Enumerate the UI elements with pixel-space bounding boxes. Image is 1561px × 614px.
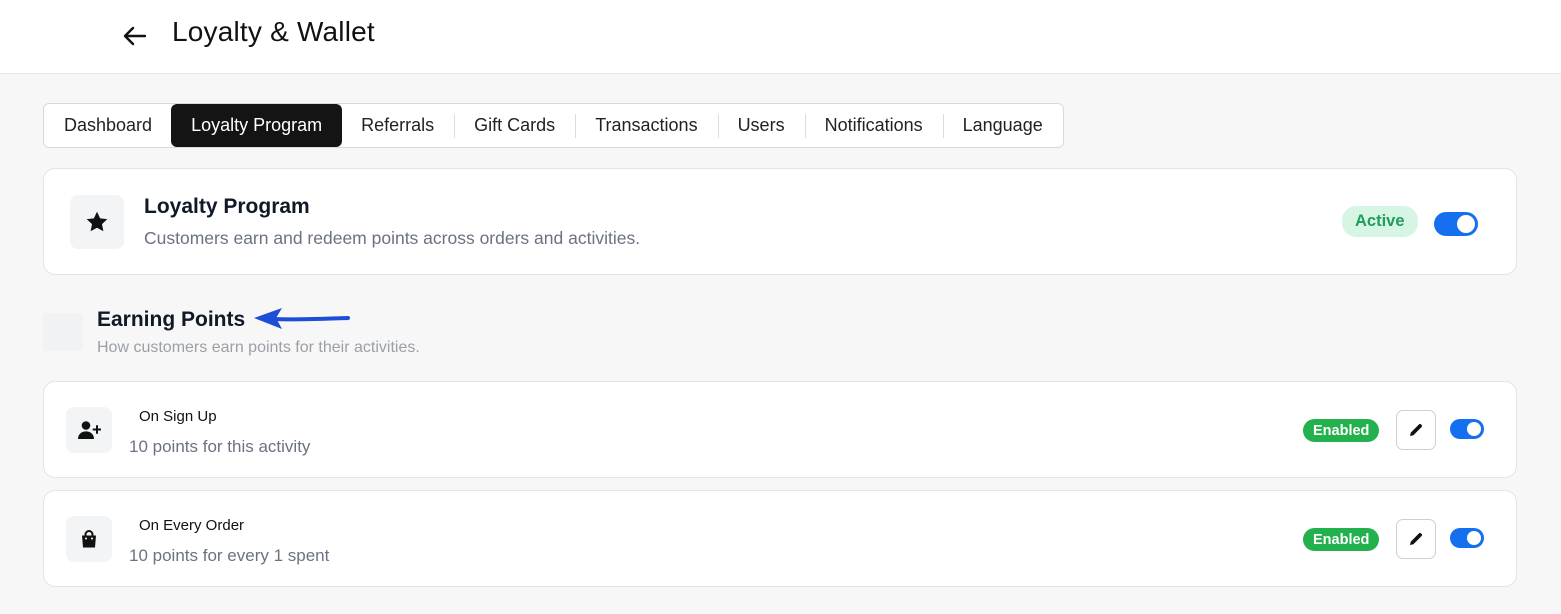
- tab-dashboard[interactable]: Dashboard: [44, 104, 172, 147]
- toggle-knob: [1467, 531, 1481, 545]
- tab-transactions[interactable]: Transactions: [575, 104, 717, 147]
- activity-icon-box: [66, 516, 112, 562]
- enabled-badge: Enabled: [1303, 419, 1380, 442]
- activity-title: On Every Order: [139, 517, 245, 534]
- activity-toggle[interactable]: [1450, 419, 1484, 439]
- section-description: How customers earn points for their acti…: [97, 339, 420, 356]
- activity-description: 10 points for every 1 spent: [129, 546, 330, 565]
- activity-toggle[interactable]: [1450, 528, 1484, 548]
- program-title: Loyalty Program: [144, 195, 310, 218]
- loyalty-program-card: Loyalty Program Customers earn and redee…: [43, 168, 1517, 275]
- toggle-knob: [1467, 422, 1481, 436]
- enabled-badge: Enabled: [1303, 528, 1380, 551]
- program-icon-box: [70, 195, 124, 249]
- top-bar: Loyalty & Wallet: [0, 0, 1561, 74]
- page-title: Loyalty & Wallet: [172, 16, 375, 47]
- annotation-arrow-icon: [254, 308, 350, 329]
- pencil-icon: [1410, 423, 1423, 436]
- tab-loyalty-program[interactable]: Loyalty Program: [171, 104, 343, 147]
- arrow-left-icon: [123, 26, 147, 46]
- toggle-knob: [1457, 215, 1475, 233]
- activity-title: On Sign Up: [139, 408, 217, 425]
- program-toggle[interactable]: [1434, 212, 1478, 236]
- shopping-bag-icon: [82, 530, 96, 548]
- tab-referrals[interactable]: Referrals: [341, 104, 454, 147]
- activity-icon-box: [66, 407, 112, 453]
- tab-notifications[interactable]: Notifications: [804, 104, 943, 147]
- star-icon: [86, 211, 108, 232]
- pencil-icon: [1410, 532, 1423, 545]
- edit-button[interactable]: [1396, 410, 1436, 450]
- tab-language[interactable]: Language: [942, 104, 1063, 147]
- user-plus-icon: [78, 421, 101, 439]
- tab-users[interactable]: Users: [717, 104, 805, 147]
- status-badge: Active: [1342, 206, 1418, 237]
- program-description: Customers earn and redeem points across …: [144, 228, 641, 248]
- section-icon-placeholder: [43, 313, 83, 351]
- tab-bar: Dashboard Loyalty Program Referrals Gift…: [43, 103, 1064, 148]
- activity-description: 10 points for this activity: [129, 437, 311, 456]
- activity-card-sign-up: On Sign Up 10 points for this activity E…: [43, 381, 1517, 478]
- section-title: Earning Points: [97, 308, 246, 331]
- back-button[interactable]: [120, 22, 150, 50]
- tab-gift-cards[interactable]: Gift Cards: [454, 104, 575, 147]
- activity-card-every-order: On Every Order 10 points for every 1 spe…: [43, 490, 1517, 587]
- edit-button[interactable]: [1396, 519, 1436, 559]
